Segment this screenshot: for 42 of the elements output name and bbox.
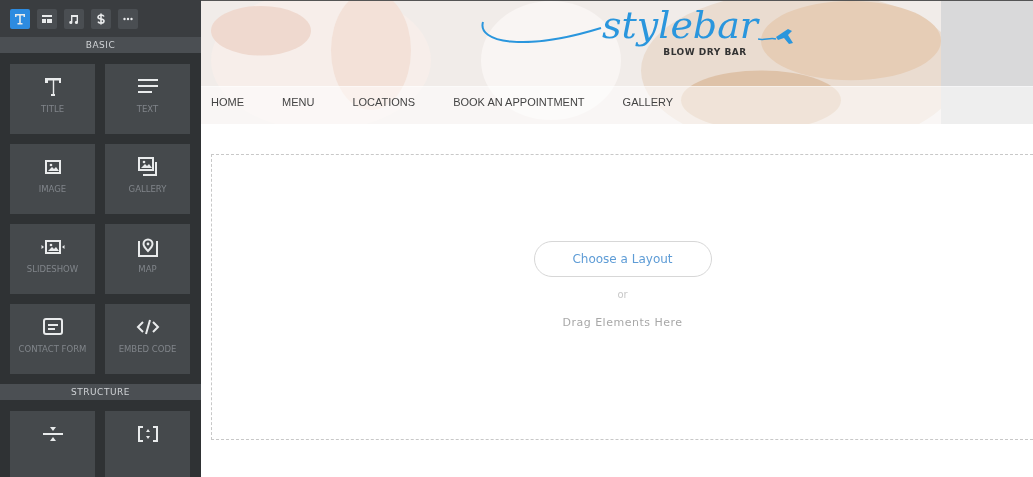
element-tile[interactable]: IMAGE (10, 144, 95, 214)
section-header: STRUCTURE (0, 384, 201, 400)
logo: stylebar (602, 5, 758, 47)
nav-link[interactable]: BOOK AN APPOINTMENT (453, 96, 585, 124)
nav-link[interactable]: GALLERY (622, 96, 674, 124)
tile-label: CONTACT FORM (18, 344, 87, 355)
tile-label: SLIDESHOW (26, 264, 79, 275)
panel-tab[interactable] (91, 9, 111, 29)
element-tile[interactable]: TEXT (105, 64, 190, 134)
element-tile[interactable]: SLIDESHOW (10, 224, 95, 294)
tile-label: IMAGE (38, 184, 67, 195)
element-tile[interactable]: TITLE (10, 64, 95, 134)
element-tile[interactable] (105, 411, 190, 477)
element-tile[interactable]: MAP (105, 224, 190, 294)
tile-label: EMBED CODE (118, 344, 177, 355)
nav-link[interactable]: HOME (211, 96, 244, 124)
tile-label: GALLERY (128, 184, 167, 195)
panel-tab[interactable] (10, 9, 30, 29)
panel-tab[interactable] (118, 9, 138, 29)
choose-layout-button[interactable]: Choose a Layout (533, 241, 712, 277)
nav-link[interactable]: LOCATIONS (352, 96, 416, 124)
element-tile[interactable]: EMBED CODE (105, 304, 190, 374)
tile-label: TEXT (136, 104, 159, 115)
tagline: BLOW DRY BAR (663, 46, 747, 57)
panel-tab[interactable] (64, 9, 84, 29)
nav-link[interactable]: MENU (282, 96, 315, 124)
form-icon (40, 316, 65, 338)
panel-tab[interactable] (37, 9, 57, 29)
element-tile[interactable] (10, 411, 95, 477)
title-icon (13, 12, 27, 26)
map-pin-icon (135, 236, 160, 258)
tile-label: TITLE (41, 104, 64, 115)
gallery-icon (135, 156, 160, 178)
drag-hint: Drag Elements Here (562, 316, 683, 329)
tile-label: MAP (138, 264, 157, 275)
dollar-icon (94, 12, 108, 26)
spacer-icon (135, 423, 160, 445)
section-header: BASIC (0, 37, 201, 53)
music-icon (67, 12, 81, 26)
element-tile[interactable]: CONTACT FORM (10, 304, 95, 374)
element-tile[interactable]: GALLERY (105, 144, 190, 214)
layout-icon (40, 12, 54, 26)
